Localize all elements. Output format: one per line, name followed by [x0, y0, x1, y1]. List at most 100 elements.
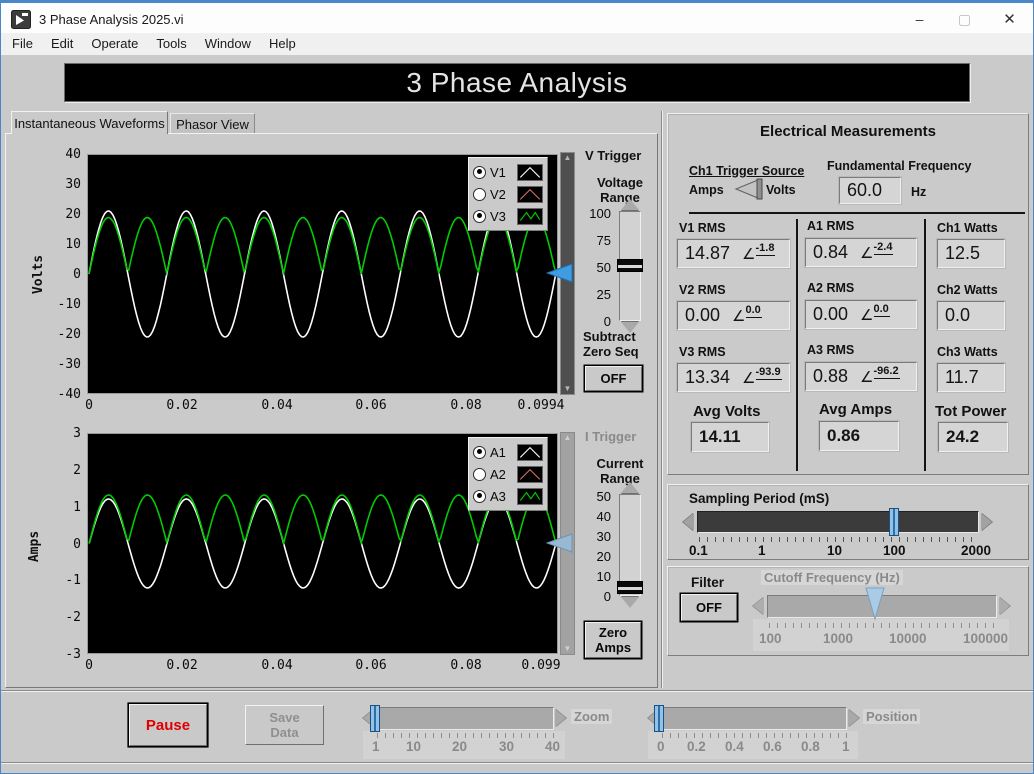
zoom-handle[interactable]	[370, 705, 380, 732]
angle-icon: ∠	[742, 245, 756, 263]
menu-operate[interactable]: Operate	[82, 33, 147, 55]
a3-line-sample[interactable]	[517, 487, 543, 505]
amps-xtick: 0.02	[166, 658, 198, 673]
menu-tools[interactable]: Tools	[147, 33, 195, 55]
fundamental-frequency-input[interactable]: 60.0	[839, 177, 901, 204]
menu-help[interactable]: Help	[260, 33, 305, 55]
scroll-up-icon[interactable]: ▲	[564, 154, 572, 162]
position-ticks	[662, 733, 847, 738]
v-range-scale: 50	[596, 260, 611, 275]
a2-radio[interactable]	[473, 467, 486, 481]
a1-line-sample[interactable]	[517, 443, 543, 461]
a2-line-sample[interactable]	[517, 465, 543, 483]
legend-row-v3[interactable]: V3	[473, 205, 543, 227]
v-trigger-title: V Trigger	[585, 148, 642, 163]
zoom-scale: 20	[452, 739, 468, 754]
v-range-increment-icon[interactable]	[621, 199, 639, 210]
amps-ytick: 1	[73, 500, 81, 515]
minimize-button[interactable]: –	[897, 3, 942, 35]
volts-ytick: -20	[57, 327, 81, 342]
ch3-watts-value: 11.7	[937, 363, 1005, 392]
cutoff-frequency-handle[interactable]	[864, 587, 886, 621]
close-button[interactable]: ✕	[987, 3, 1032, 35]
ch1-watts-value: 12.5	[937, 239, 1005, 268]
volts-xtick: 0.02	[166, 398, 198, 413]
angle-icon: ∠	[742, 369, 756, 387]
menu-file[interactable]: File	[3, 33, 42, 55]
position-increment-icon[interactable]	[848, 709, 859, 727]
tab-instantaneous-waveforms[interactable]: Instantaneous Waveforms	[11, 111, 168, 134]
i-range-scale: 10	[596, 569, 611, 584]
v-trigger-cursor-icon[interactable]	[546, 263, 574, 283]
cutoff-scale: 100	[759, 631, 782, 646]
v3-line-sample[interactable]	[517, 207, 543, 225]
cutoff-increment-icon[interactable]	[999, 597, 1010, 615]
legend-row-a3[interactable]: A3	[473, 485, 543, 507]
sampling-scale: 0.1	[689, 543, 708, 558]
pause-button[interactable]: Pause	[129, 704, 207, 746]
v2-rms-value: 0.00 ∠ 0.0	[677, 301, 790, 330]
trigger-source-volts-label: Volts	[766, 183, 796, 197]
subtract-zero-seq-button[interactable]: OFF	[585, 366, 642, 391]
tab-phasor-view[interactable]: Phasor View	[170, 113, 255, 134]
cutoff-decrement-icon[interactable]	[753, 597, 764, 615]
sampling-decrement-icon[interactable]	[683, 513, 694, 531]
sampling-period-label: Sampling Period (mS)	[689, 491, 830, 506]
position-handle[interactable]	[654, 705, 664, 732]
filter-off-button[interactable]: OFF	[681, 594, 737, 621]
menu-window[interactable]: Window	[196, 33, 260, 55]
a1-radio[interactable]	[473, 445, 486, 459]
a3-radio[interactable]	[473, 489, 486, 503]
i-range-increment-icon[interactable]	[621, 482, 639, 493]
i-range-decrement-icon[interactable]	[621, 597, 639, 608]
scroll-up-icon[interactable]: ▲	[564, 434, 572, 442]
divider	[1, 762, 1033, 764]
position-slider[interactable]	[661, 707, 847, 730]
tot-power-value: 24.2	[938, 422, 1008, 452]
a2-rms-value: 0.00 ∠ 0.0	[805, 300, 917, 329]
legend-row-a1[interactable]: A1	[473, 441, 543, 463]
zoom-increment-icon[interactable]	[555, 709, 566, 727]
trigger-source-switch[interactable]	[734, 177, 764, 201]
a3-rms-label: A3 RMS	[807, 343, 855, 357]
zoom-slider[interactable]	[376, 707, 554, 730]
sampling-period-handle[interactable]	[889, 508, 899, 536]
volts-axis-label: Volts	[31, 254, 47, 295]
a1-label: A1	[490, 444, 506, 460]
legend-row-v2[interactable]: V2	[473, 183, 543, 205]
amps-ytick: 2	[73, 463, 81, 478]
save-data-button[interactable]: Save Data	[245, 705, 324, 745]
v2-label: V2	[490, 186, 506, 202]
position-scale: 0.8	[801, 739, 820, 754]
current-range-handle[interactable]	[617, 581, 643, 594]
v1-label: V1	[490, 164, 506, 180]
v3-rms-label: V3 RMS	[679, 345, 726, 359]
legend-row-a2[interactable]: A2	[473, 463, 543, 485]
cutoff-ticks	[769, 623, 997, 628]
sampling-period-slider[interactable]	[697, 511, 979, 533]
scroll-down-icon[interactable]: ▼	[564, 385, 572, 393]
sampling-increment-icon[interactable]	[981, 513, 992, 531]
menu-edit[interactable]: Edit	[42, 33, 82, 55]
legend-row-v1[interactable]: V1	[473, 161, 543, 183]
i-trigger-cursor-icon[interactable]	[546, 533, 574, 553]
ch3-watts-label: Ch3 Watts	[937, 345, 998, 359]
maximize-button[interactable]: ▢	[942, 3, 987, 35]
amps-xtick: 0.04	[261, 658, 293, 673]
voltage-range-handle[interactable]	[617, 259, 643, 272]
v2-radio[interactable]	[473, 187, 486, 201]
zero-amps-button[interactable]: Zero Amps	[585, 622, 641, 658]
banner: 3 Phase Analysis	[64, 63, 970, 102]
volts-ytick: 20	[65, 207, 81, 222]
amps-xtick: 0.06	[355, 658, 387, 673]
a1-rms-label: A1 RMS	[807, 219, 855, 233]
scroll-down-icon[interactable]: ▼	[564, 645, 572, 653]
title-bar: 3 Phase Analysis 2025.vi – ▢ ✕	[1, 1, 1033, 35]
v1-radio[interactable]	[473, 165, 486, 179]
v2-line-sample[interactable]	[517, 185, 543, 203]
v3-radio[interactable]	[473, 209, 486, 223]
v2-rms-label: V2 RMS	[679, 283, 726, 297]
position-label: Position	[863, 709, 921, 724]
v1-line-sample[interactable]	[517, 163, 543, 181]
v-range-decrement-icon[interactable]	[621, 322, 639, 333]
